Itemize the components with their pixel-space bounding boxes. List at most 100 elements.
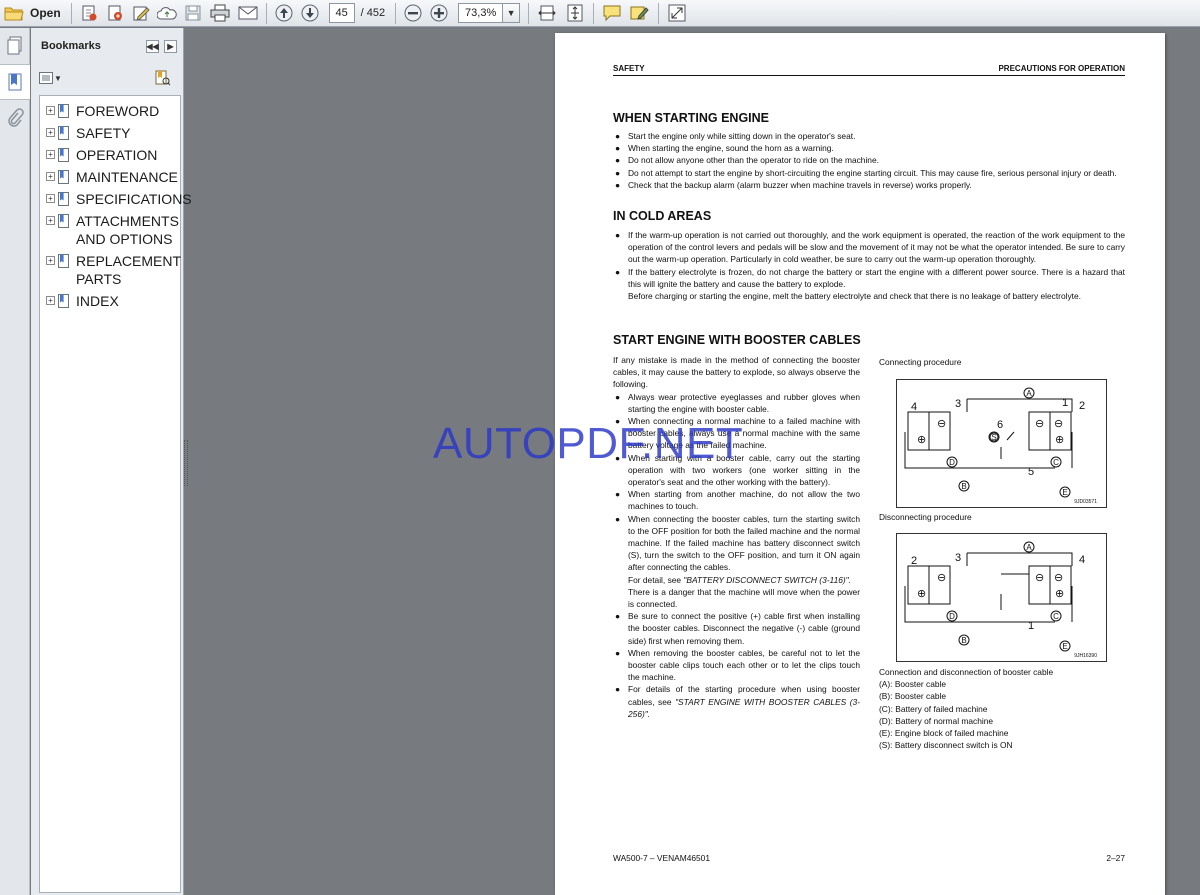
previous-page-icon[interactable]: [271, 2, 297, 25]
edit-pdf-icon[interactable]: [102, 2, 128, 25]
collapse-panel-icon[interactable]: ◀◀: [146, 40, 159, 53]
list-item-continuation: Before charging or starting the engine, …: [628, 291, 1081, 302]
label-s: S: [991, 433, 996, 442]
list-item: ● When connecting the booster cables, tur…: [615, 513, 860, 573]
sign-icon[interactable]: [128, 2, 154, 25]
bookmark-label: OPERATION: [76, 147, 158, 163]
label-1: 1: [1062, 397, 1068, 409]
attachments-icon[interactable]: [0, 100, 30, 136]
svg-text:⊕: ⊕: [1055, 434, 1064, 446]
panel-splitter[interactable]: [184, 440, 188, 486]
bookmark-icon: [58, 148, 69, 162]
bookmarks-icon[interactable]: [0, 64, 30, 100]
find-bookmark-icon[interactable]: [155, 70, 171, 91]
expand-icon[interactable]: +: [46, 216, 55, 225]
svg-text:⊕: ⊕: [917, 588, 926, 600]
expand-icon[interactable]: +: [46, 194, 55, 203]
booster-cable-text: If any mistake is made in the method of …: [613, 354, 860, 720]
toolbar-separator: [395, 2, 397, 24]
label-4: 4: [911, 401, 917, 413]
figure-code: 9JH16390: [1074, 653, 1097, 659]
svg-text:⊖: ⊖: [937, 572, 946, 584]
zoom-in-icon[interactable]: [426, 2, 452, 25]
legend-item: (D): Battery of normal machine: [879, 715, 994, 726]
bookmark-icon: [58, 294, 69, 308]
bookmark-item-maintenance[interactable]: + MAINTENANCE: [40, 168, 180, 186]
label-e: E: [1062, 642, 1067, 651]
highlight-icon[interactable]: [626, 2, 654, 25]
toolbar-separator: [265, 2, 267, 24]
expand-icon[interactable]: +: [46, 150, 55, 159]
toolbar-separator: [593, 2, 595, 24]
list-item: ● When removing the booster cables, be ca…: [615, 647, 860, 683]
zoom-input[interactable]: 73,3%: [458, 3, 503, 23]
intro-paragraph: If any mistake is made in the method of …: [613, 355, 860, 390]
expand-icon[interactable]: +: [46, 172, 55, 181]
list-item: ● Always wear protective eyeglasses and r…: [615, 391, 860, 414]
label-e: E: [1062, 488, 1067, 497]
expand-icon[interactable]: +: [46, 106, 55, 115]
bookmark-label: INDEX: [76, 293, 119, 309]
bookmark-icon: [58, 104, 69, 118]
page-footer-left: WA500-7 – VENAM46501: [613, 853, 710, 863]
label-d: D: [949, 458, 955, 467]
watermark-text: AUTOPDF.NET: [433, 419, 744, 468]
bookmark-item-operation[interactable]: + OPERATION: [40, 146, 180, 164]
legend-item: (B): Booster cable: [879, 691, 947, 702]
figure-legend: Connection and disconnection of booster …: [879, 666, 1125, 751]
expand-icon[interactable]: [663, 2, 691, 25]
options-menu-icon[interactable]: ▼: [39, 72, 62, 84]
svg-text:⊕: ⊕: [1055, 588, 1064, 600]
upload-cloud-icon[interactable]: [154, 2, 180, 25]
print-icon[interactable]: [206, 2, 234, 25]
expand-icon[interactable]: +: [46, 128, 55, 137]
next-page-icon[interactable]: [297, 2, 323, 25]
bookmark-label: SPECIFICATIONS: [76, 191, 192, 207]
bookmark-icon: [58, 192, 69, 206]
section-title: IN COLD AREAS: [613, 209, 712, 223]
page-total: / 452: [360, 7, 386, 19]
list-item: ● If the battery electrolyte is frozen, d…: [615, 266, 1125, 289]
panel-arrow-icon[interactable]: ▶: [164, 40, 177, 53]
label-1: 1: [1028, 620, 1034, 632]
page-thumbnails-icon[interactable]: [0, 28, 30, 64]
list-item: ● Be sure to connect the positive (+) cab…: [615, 611, 860, 646]
page-header-right: PRECAUTIONS FOR OPERATION: [998, 64, 1125, 73]
toolbar: Open 45 / 452 73,3% ▼: [0, 0, 1200, 27]
zoom-dropdown-icon[interactable]: ▼: [502, 3, 521, 23]
bookmarks-panel: Bookmarks ◀◀ ▶ ▼ + FOREWORD + SAFETY + O…: [31, 28, 192, 895]
label-2: 2: [911, 555, 917, 567]
bookmark-item-replacement-parts[interactable]: + REPLACEMENT PARTS: [40, 252, 181, 288]
bookmark-label: SAFETY: [76, 125, 131, 141]
label-c: C: [1053, 612, 1059, 621]
list-item: ● For details of the starting procedure w…: [615, 684, 860, 719]
page-footer-right: 2–27: [1106, 853, 1125, 863]
bookmark-item-safety[interactable]: + SAFETY: [40, 124, 180, 142]
bookmark-item-specifications[interactable]: + SPECIFICATIONS: [40, 190, 192, 208]
label-5: 5: [1028, 466, 1034, 478]
bookmark-icon: [58, 214, 69, 228]
label-a: A: [1026, 389, 1032, 398]
create-pdf-icon[interactable]: [76, 2, 102, 25]
email-icon[interactable]: [234, 2, 262, 25]
figure-code: 9JD03571: [1074, 499, 1097, 505]
fit-width-icon[interactable]: [533, 2, 561, 25]
legend-item: (A): Booster cable: [879, 679, 947, 690]
list-item: ● If the warm-up operation is not carried…: [615, 230, 1125, 265]
page-number-input[interactable]: 45: [328, 3, 355, 23]
disconnecting-diagram: 2 3 1 4 ⊕ ⊖ ⊖ ⊕ ⊖ A B C D E 9JH16390: [896, 533, 1107, 662]
label-6: 6: [997, 419, 1003, 431]
zoom-out-icon[interactable]: [400, 2, 426, 25]
fit-page-icon[interactable]: [561, 2, 589, 25]
expand-icon[interactable]: +: [46, 296, 55, 305]
save-icon[interactable]: [180, 2, 206, 25]
list-item: ● When starting the engine, sound the hor…: [615, 143, 834, 154]
bookmark-item-attachments[interactable]: + ATTACHMENTS AND OPTIONS: [40, 212, 180, 248]
bookmark-item-index[interactable]: + INDEX: [40, 292, 180, 310]
expand-icon[interactable]: +: [46, 256, 55, 265]
label-a: A: [1026, 543, 1032, 552]
comment-icon[interactable]: [598, 2, 626, 25]
open-button[interactable]: Open: [0, 2, 67, 25]
bookmark-item-foreword[interactable]: + FOREWORD: [40, 102, 180, 120]
header-rule: [613, 75, 1125, 76]
